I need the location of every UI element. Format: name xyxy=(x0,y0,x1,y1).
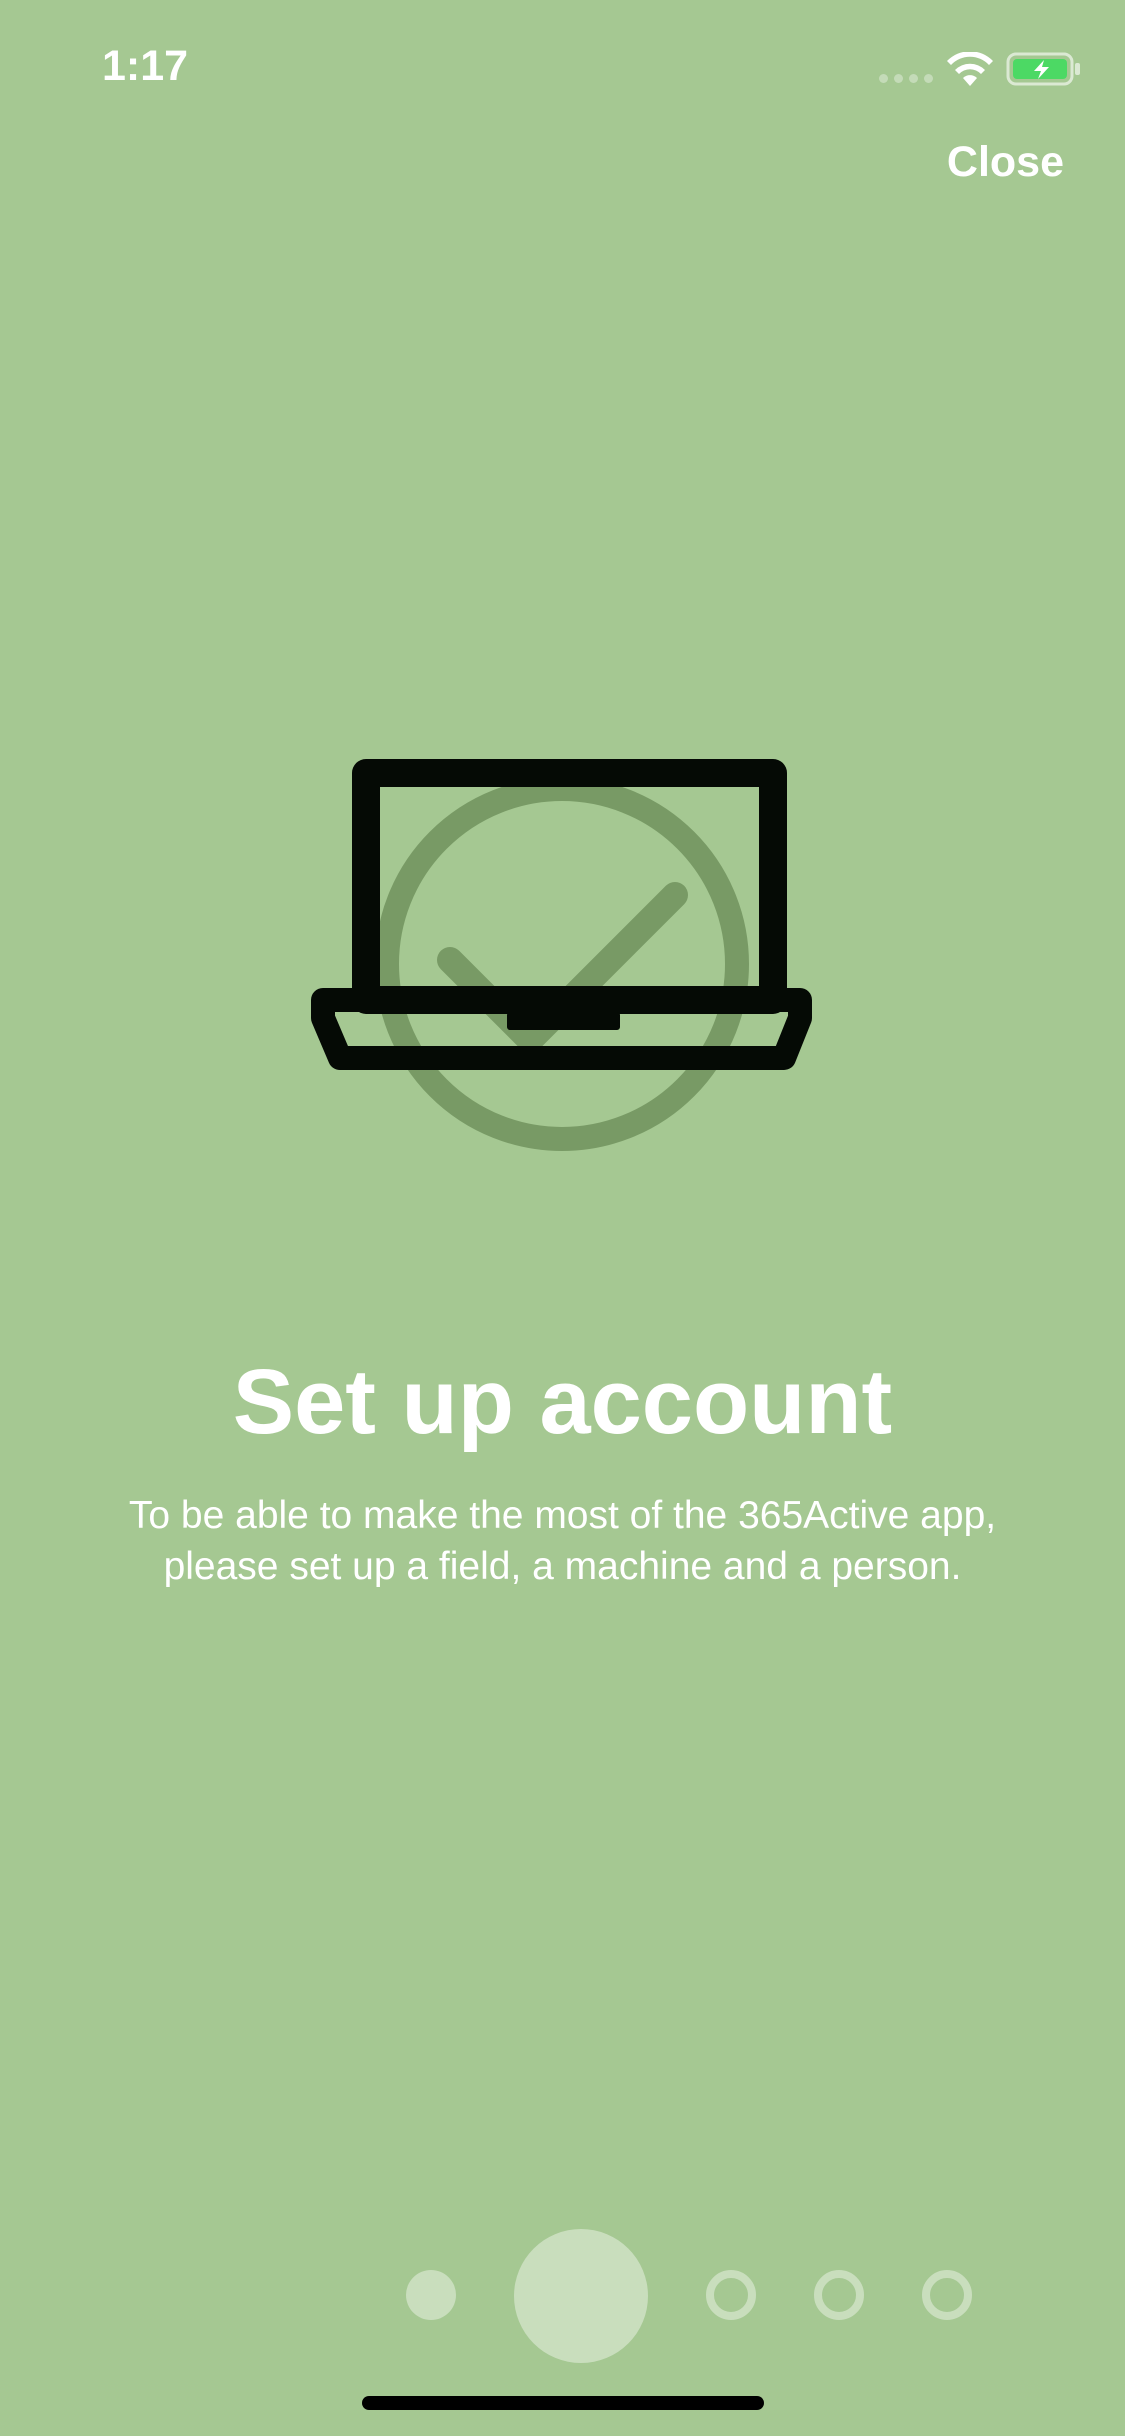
close-button[interactable]: Close xyxy=(947,138,1064,187)
status-bar: 1:17 xyxy=(0,0,1125,130)
page-dot-5[interactable] xyxy=(922,2270,972,2320)
battery-charging-icon xyxy=(1006,52,1080,86)
page-dot-1[interactable] xyxy=(406,2270,456,2320)
page-indicator[interactable] xyxy=(0,2225,1125,2365)
wifi-icon xyxy=(947,52,993,86)
page-description: To be able to make the most of the 365Ac… xyxy=(128,1494,997,1588)
page-dot-3[interactable] xyxy=(706,2270,756,2320)
page-title: Set up account xyxy=(232,1351,893,1453)
page-dot-2-current[interactable] xyxy=(514,2229,648,2363)
cellular-signal-icon xyxy=(879,74,933,83)
page-dot-4[interactable] xyxy=(814,2270,864,2320)
laptop-checkmark-icon xyxy=(311,759,812,1151)
home-indicator[interactable] xyxy=(362,2396,764,2410)
status-time: 1:17 xyxy=(102,42,189,90)
